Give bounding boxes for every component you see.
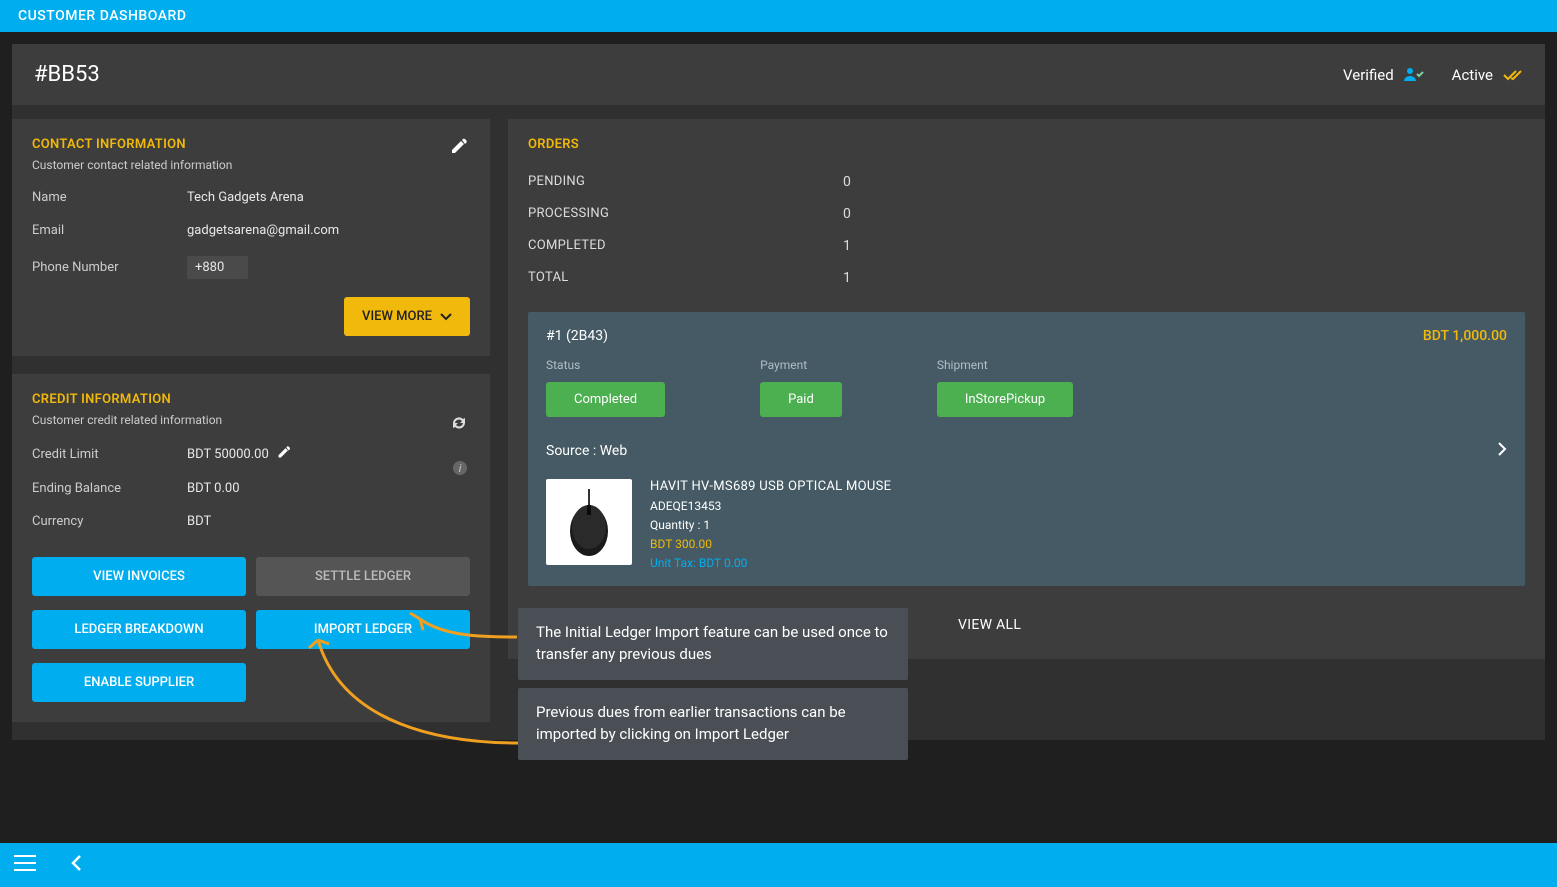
- total-label: TOTAL: [528, 270, 843, 286]
- active-badge: Active: [1452, 66, 1523, 84]
- product-image: [546, 479, 632, 565]
- status-pill: Completed: [546, 382, 665, 417]
- top-bar: CUSTOMER DASHBOARD: [0, 0, 1557, 32]
- verified-badge: Verified: [1343, 66, 1424, 84]
- product-name: HAVIT HV-MS689 USB OPTICAL MOUSE: [650, 479, 891, 494]
- ledger-breakdown-button[interactable]: LEDGER BREAKDOWN: [32, 610, 246, 649]
- pending-label: PENDING: [528, 174, 843, 190]
- credit-title: CREDIT INFORMATION: [32, 392, 470, 407]
- order-number[interactable]: #1 (2B43): [546, 328, 608, 344]
- payment-pill: Paid: [760, 382, 842, 417]
- settle-ledger-button: SETTLE LEDGER: [256, 557, 470, 596]
- credit-subtitle: Customer credit related information: [32, 413, 470, 427]
- menu-icon[interactable]: [14, 854, 36, 876]
- view-invoices-button[interactable]: VIEW INVOICES: [32, 557, 246, 596]
- contact-title: CONTACT INFORMATION: [32, 137, 470, 152]
- phone-label: Phone Number: [32, 260, 187, 275]
- status-label: Status: [546, 358, 665, 372]
- import-ledger-button[interactable]: IMPORT LEDGER: [256, 610, 470, 649]
- credit-limit-row: Credit Limit BDT 50000.00: [32, 445, 470, 463]
- left-column: CONTACT INFORMATION Customer contact rel…: [12, 119, 490, 722]
- phone-value[interactable]: +880: [187, 256, 248, 279]
- ending-balance-label: Ending Balance: [32, 481, 187, 496]
- completed-value: 1: [843, 238, 851, 254]
- active-label: Active: [1452, 66, 1493, 84]
- enable-supplier-button[interactable]: ENABLE SUPPLIER: [32, 663, 246, 702]
- total-stat: TOTAL 1: [528, 262, 1525, 294]
- total-value: 1: [843, 270, 851, 286]
- orders-card: ORDERS PENDING 0 PROCESSING 0 COMPLETED …: [508, 119, 1545, 659]
- contact-subtitle: Customer contact related information: [32, 158, 470, 172]
- currency-row: Currency BDT: [32, 514, 470, 529]
- edit-contact-icon[interactable]: [450, 137, 468, 159]
- processing-value: 0: [843, 206, 851, 222]
- chevron-down-icon: [440, 313, 452, 321]
- product-price: BDT 300.00: [650, 537, 891, 551]
- currency-value: BDT: [187, 514, 211, 529]
- chevron-right-icon[interactable]: [1497, 441, 1507, 461]
- name-label: Name: [32, 190, 187, 205]
- bottom-bar: [0, 843, 1557, 887]
- orders-title: ORDERS: [528, 137, 1525, 152]
- user-check-icon: [1404, 67, 1424, 83]
- product-quantity: Quantity : 1: [650, 518, 891, 532]
- contact-phone-row: Phone Number +880: [32, 256, 470, 279]
- contact-name-row: Name Tech Gadgets Arena: [32, 190, 470, 205]
- shipment-label: Shipment: [937, 358, 1073, 372]
- credit-card: CREDIT INFORMATION Customer credit relat…: [12, 374, 490, 722]
- refresh-icon[interactable]: [450, 414, 468, 436]
- product-tax: Unit Tax: BDT 0.00: [650, 556, 891, 570]
- credit-limit-value: BDT 50000.00: [187, 447, 269, 462]
- order-amount: BDT 1,000.00: [1423, 328, 1507, 344]
- customer-header: #BB53 Verified Active: [12, 44, 1545, 105]
- annotation-tooltip-1: The Initial Ledger Import feature can be…: [518, 608, 908, 680]
- edit-credit-limit-icon[interactable]: [277, 445, 291, 463]
- info-icon[interactable]: i: [452, 460, 468, 480]
- name-value: Tech Gadgets Arena: [187, 190, 304, 205]
- payment-label: Payment: [760, 358, 842, 372]
- product-sku: ADEQE13453: [650, 499, 891, 513]
- credit-limit-label: Credit Limit: [32, 447, 187, 462]
- product-row: HAVIT HV-MS689 USB OPTICAL MOUSE ADEQE13…: [546, 479, 1507, 570]
- customer-id: #BB53: [34, 62, 100, 87]
- status-badges: Verified Active: [1343, 66, 1523, 84]
- completed-stat: COMPLETED 1: [528, 230, 1525, 262]
- svg-text:i: i: [459, 462, 462, 475]
- view-more-button[interactable]: VIEW MORE: [344, 297, 470, 336]
- email-value: gadgetsarena@gmail.com: [187, 223, 339, 238]
- processing-stat: PROCESSING 0: [528, 198, 1525, 230]
- back-icon[interactable]: [70, 854, 82, 876]
- ending-balance-value: BDT 0.00: [187, 481, 240, 496]
- order-source: Source : Web: [546, 443, 627, 459]
- order-item-card: #1 (2B43) BDT 1,000.00 Status Completed …: [528, 312, 1525, 586]
- pending-stat: PENDING 0: [528, 166, 1525, 198]
- annotation-tooltip-2: Previous dues from earlier transactions …: [518, 688, 908, 760]
- view-more-label: VIEW MORE: [362, 309, 432, 324]
- contact-card: CONTACT INFORMATION Customer contact rel…: [12, 119, 490, 356]
- view-all-link[interactable]: VIEW ALL: [958, 617, 1021, 633]
- pending-value: 0: [843, 174, 851, 190]
- email-label: Email: [32, 223, 187, 238]
- completed-label: COMPLETED: [528, 238, 843, 254]
- processing-label: PROCESSING: [528, 206, 843, 222]
- currency-label: Currency: [32, 514, 187, 529]
- verified-label: Verified: [1343, 66, 1394, 84]
- double-check-icon: [1503, 68, 1523, 82]
- shipment-pill: InStorePickup: [937, 382, 1073, 417]
- ending-balance-row: Ending Balance BDT 0.00: [32, 481, 470, 496]
- top-bar-title: CUSTOMER DASHBOARD: [18, 8, 186, 24]
- contact-email-row: Email gadgetsarena@gmail.com: [32, 223, 470, 238]
